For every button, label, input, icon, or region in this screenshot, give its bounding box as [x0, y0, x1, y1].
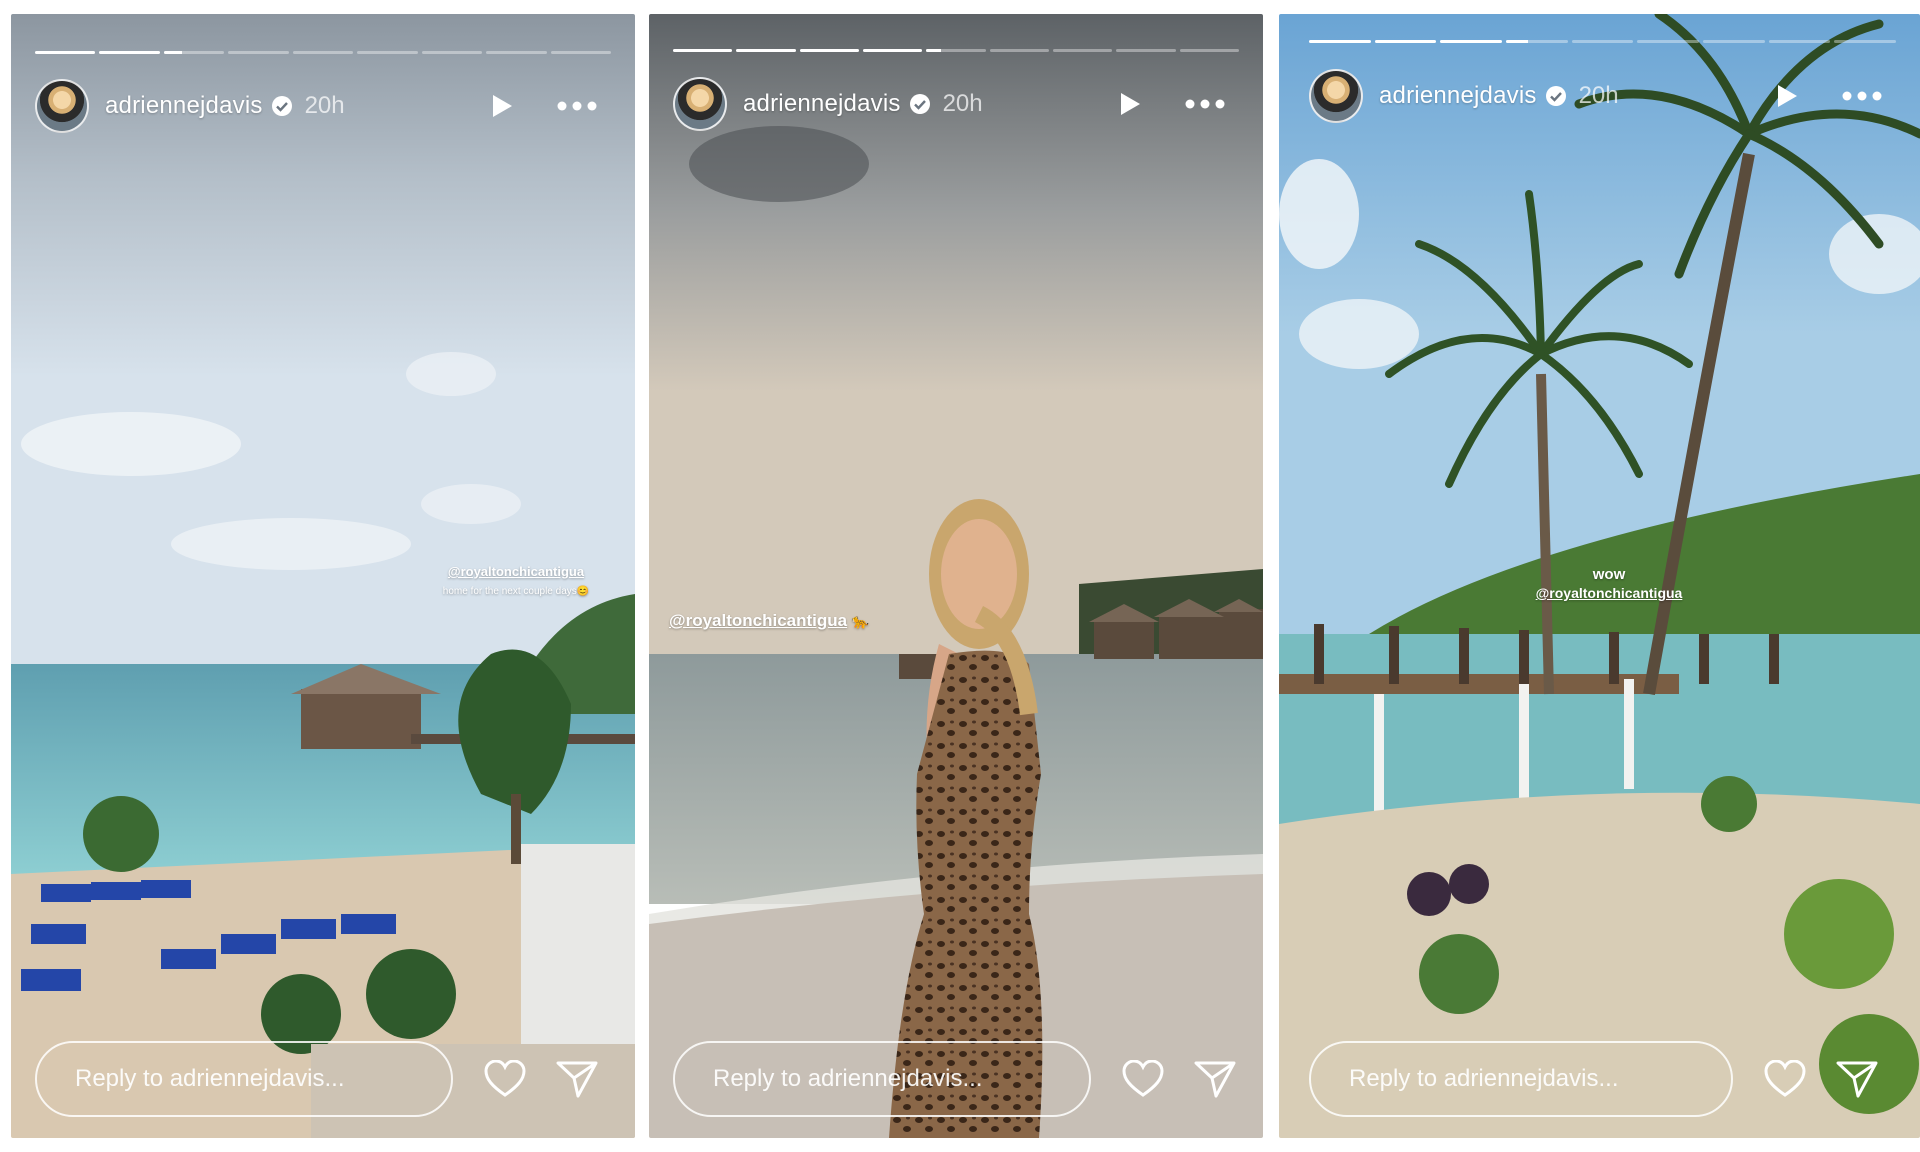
progress-segment [1637, 40, 1700, 43]
progress-segment [1116, 49, 1176, 52]
avatar[interactable] [1309, 69, 1363, 123]
heart-icon[interactable] [483, 1057, 527, 1101]
progress-segment [926, 49, 986, 52]
story-panel-3[interactable]: adriennejdavis 20h wow @royaltonchicanti… [1279, 14, 1920, 1138]
play-icon[interactable] [1772, 81, 1802, 111]
progress-segment [989, 49, 1049, 52]
play-icon[interactable] [1115, 89, 1145, 119]
story-panel-2[interactable]: adriennejdavis 20h @royaltonchicantigua … [649, 14, 1263, 1138]
progress-segment [862, 49, 923, 52]
story-header: adriennejdavis 20h [1309, 66, 1896, 126]
story-progress-bar [35, 51, 611, 54]
progress-segment [1309, 40, 1371, 43]
avatar[interactable] [35, 79, 89, 133]
story-footer [35, 1038, 611, 1120]
mention-link[interactable]: @royaltonchicantigua [1509, 585, 1709, 601]
post-time: 20h [942, 90, 983, 117]
more-dots-icon[interactable] [1185, 89, 1225, 119]
username[interactable]: adriennejdavis [1379, 82, 1537, 110]
send-icon[interactable] [1835, 1057, 1879, 1101]
progress-segment [163, 51, 225, 54]
verified-badge-icon [271, 95, 293, 117]
progress-segment [1571, 40, 1634, 43]
story-header: adriennejdavis 20h [673, 74, 1239, 134]
progress-segment [99, 51, 160, 54]
mention-link[interactable]: @royaltonchicantigua [416, 564, 616, 579]
story-photo-woman-on-beach [649, 14, 1263, 1138]
progress-segment [486, 51, 547, 54]
more-dots-icon[interactable] [557, 91, 597, 121]
reply-input[interactable] [711, 1064, 1089, 1094]
reply-field[interactable] [1309, 1041, 1733, 1117]
play-icon[interactable] [487, 91, 517, 121]
post-time: 20h [1578, 82, 1619, 109]
story-progress-bar [1309, 40, 1897, 43]
mention-sticker[interactable]: @royaltonchicantigua 🐆 [669, 611, 909, 631]
heart-icon[interactable] [1121, 1057, 1165, 1101]
mention-link[interactable]: @royaltonchicantigua [669, 611, 847, 630]
reply-field[interactable] [35, 1041, 453, 1117]
reply-input[interactable] [73, 1064, 451, 1094]
username[interactable]: adriennejdavis [105, 92, 263, 120]
leopard-emoji: 🐆 [851, 613, 869, 629]
reply-input[interactable] [1347, 1064, 1731, 1094]
progress-segment [1768, 40, 1831, 43]
progress-segment [736, 49, 796, 52]
progress-segment [292, 51, 354, 54]
reply-field[interactable] [673, 1041, 1091, 1117]
progress-segment [1703, 40, 1765, 43]
progress-segment [1506, 40, 1568, 43]
story-panel-1[interactable]: adriennejdavis 20h @royaltonchicantigua … [11, 14, 635, 1138]
progress-segment [1052, 49, 1113, 52]
progress-segment [228, 51, 289, 54]
more-dots-icon[interactable] [1842, 81, 1882, 111]
story-footer [673, 1038, 1239, 1120]
progress-segment [1374, 40, 1437, 43]
progress-segment [673, 49, 733, 52]
progress-segment [357, 51, 418, 54]
progress-segment [550, 51, 611, 54]
heart-icon[interactable] [1763, 1057, 1807, 1101]
story-header: adriennejdavis 20h [35, 76, 611, 136]
progress-segment [35, 51, 96, 54]
progress-segment [1440, 40, 1503, 43]
mention-sticker[interactable]: wow @royaltonchicantigua [1509, 566, 1709, 601]
story-footer [1309, 1038, 1896, 1120]
progress-segment [1834, 40, 1897, 43]
verified-badge-icon [1545, 85, 1567, 107]
progress-segment [799, 49, 859, 52]
sticker-caption: home for the next couple days😊 [442, 586, 590, 597]
mention-sticker[interactable]: @royaltonchicantigua home for the next c… [416, 564, 616, 598]
story-progress-bar [673, 49, 1239, 52]
progress-segment [1179, 49, 1239, 52]
send-icon[interactable] [1193, 1057, 1237, 1101]
post-time: 20h [304, 92, 345, 119]
verified-badge-icon [909, 93, 931, 115]
send-icon[interactable] [555, 1057, 599, 1101]
progress-segment [421, 51, 483, 54]
sticker-title: wow [1592, 566, 1626, 583]
username[interactable]: adriennejdavis [743, 90, 901, 118]
avatar[interactable] [673, 77, 727, 131]
